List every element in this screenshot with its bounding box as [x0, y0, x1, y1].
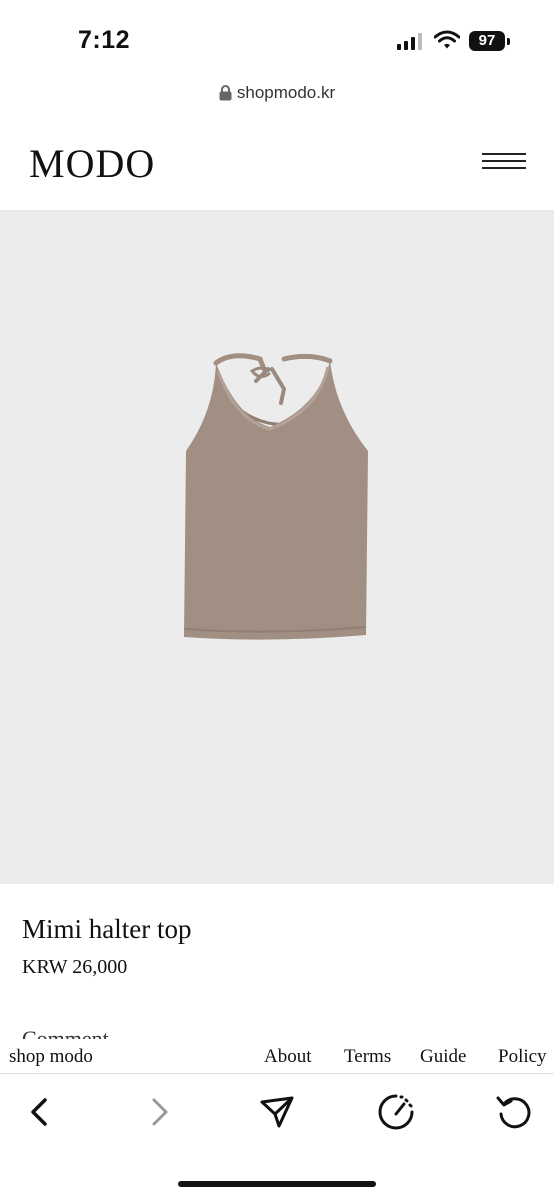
home-indicator[interactable]	[178, 1181, 376, 1187]
status-bar: 7:12 97	[0, 0, 554, 80]
product-info: Mimi halter top KRW 26,000 Comment	[0, 884, 554, 1044]
halter-top-photo	[183, 353, 368, 640]
hamburger-menu-icon[interactable]	[482, 153, 526, 171]
product-price: KRW 26,000	[22, 956, 128, 978]
product-title: Mimi halter top	[22, 914, 192, 944]
footer-link-policy[interactable]: Policy	[498, 1046, 547, 1068]
wifi-icon	[434, 30, 460, 49]
forward-icon[interactable]	[139, 1092, 179, 1132]
battery-tip	[507, 38, 510, 45]
url-text: shopmodo.kr	[236, 83, 336, 102]
battery-level: 97	[469, 31, 505, 51]
share-icon[interactable]	[257, 1092, 297, 1132]
lock-icon	[219, 85, 232, 101]
product-image[interactable]	[0, 211, 554, 884]
footer-link-about[interactable]: About	[264, 1046, 312, 1068]
back-icon[interactable]	[20, 1092, 60, 1132]
footer-brand[interactable]: shop modo	[9, 1046, 93, 1068]
site-header: MODO	[0, 110, 554, 211]
comment-section-heading: Comment	[22, 1027, 109, 1039]
footer-link-terms[interactable]: Terms	[344, 1046, 391, 1068]
speed-icon[interactable]	[376, 1092, 416, 1132]
clock: 7:12	[78, 26, 131, 54]
footer-nav: shop modo About Terms Guide Policy	[0, 1040, 554, 1074]
site-logo[interactable]: MODO	[29, 140, 155, 187]
address-bar[interactable]: shopmodo.kr	[0, 80, 554, 110]
footer-link-guide[interactable]: Guide	[420, 1046, 466, 1068]
cellular-signal-icon	[397, 33, 423, 50]
reload-icon[interactable]	[494, 1092, 534, 1132]
